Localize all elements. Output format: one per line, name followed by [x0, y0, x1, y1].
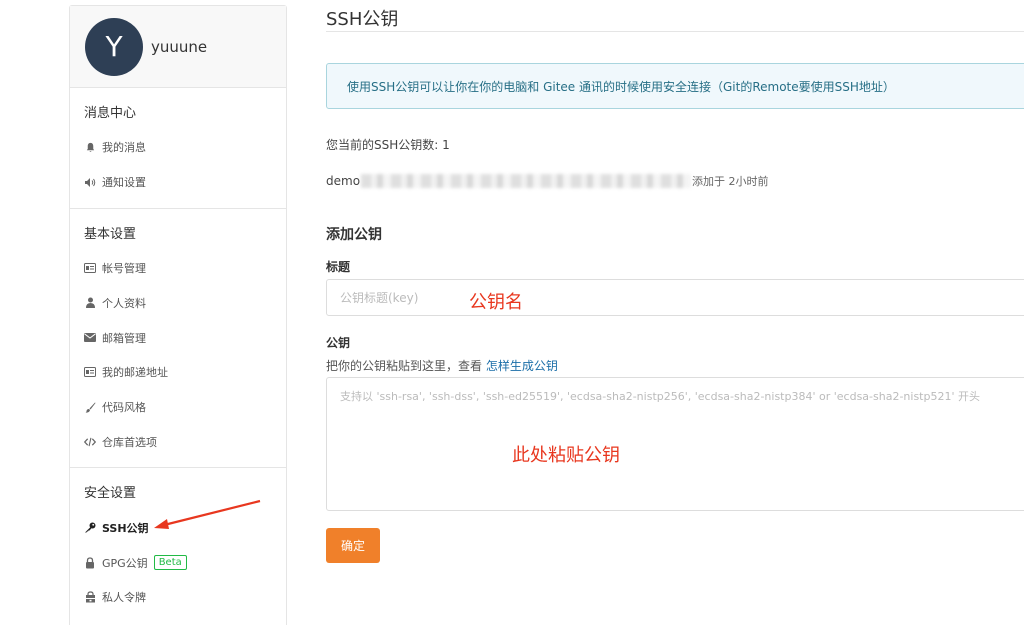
sidebar-item-account[interactable]: 帐号管理 [84, 251, 286, 286]
ssh-key-count: 您当前的SSH公钥数: 1 [326, 138, 450, 152]
user-icon [84, 297, 96, 309]
section-security-settings: 安全设置 SSH公钥 GPG公钥 Beta 私人令牌 [70, 468, 286, 622]
annotation-key-name: 公钥名 [469, 292, 523, 313]
section-title: 消息中心 [84, 106, 137, 121]
sidebar-item-email[interactable]: 邮箱管理 [84, 320, 286, 355]
avatar[interactable]: Y [85, 17, 143, 76]
username[interactable]: yuuune [151, 38, 207, 56]
bell-icon [84, 141, 96, 153]
ssh-key-entry: demo 添加于 2小时前 [326, 173, 769, 189]
user-card: Y yuuune [70, 6, 286, 88]
sidebar-item-my-messages[interactable]: 我的消息 [84, 130, 286, 165]
sidebar-item-repo-preferences[interactable]: 仓库首选项 [84, 425, 286, 460]
sidebar-item-label: 邮箱管理 [102, 331, 146, 345]
key-label: 公钥 [326, 336, 351, 350]
key-help-prefix: 把你的公钥粘贴到这里，查看 [326, 359, 483, 373]
how-to-generate-key-link[interactable]: 怎样生成公钥 [486, 359, 558, 373]
sidebar-item-profile[interactable]: 个人资料 [84, 285, 286, 320]
code-icon [84, 436, 96, 448]
ssh-key-name[interactable]: demo [326, 174, 360, 188]
sidebar-item-label: 通知设置 [102, 176, 146, 190]
title-divider [326, 31, 1024, 32]
section-messages: 消息中心 我的消息 通知设置 [70, 88, 286, 209]
section-title: 基本设置 [84, 226, 137, 242]
page-title: SSH公钥 [326, 9, 399, 30]
settings-sidebar: Y yuuune 消息中心 我的消息 通知设置 基本设置 帐号管理 个人资料 邮… [69, 5, 287, 625]
brush-icon [84, 401, 96, 413]
title-label: 标题 [326, 260, 351, 274]
lock-icon [84, 556, 96, 569]
sidebar-item-private-tokens[interactable]: 私人令牌 [84, 580, 286, 615]
redacted-fingerprint [361, 174, 692, 188]
sidebar-item-label: 我的邮递地址 [102, 366, 168, 380]
sidebar-item-address[interactable]: 我的邮递地址 [84, 355, 286, 390]
address-card-icon [84, 366, 96, 378]
sidebar-item-label: 代码风格 [102, 401, 146, 415]
id-card-icon [84, 262, 96, 274]
key-icon [84, 522, 96, 534]
envelope-icon [84, 332, 96, 344]
speaker-icon [84, 176, 96, 188]
ssh-key-added-time: 添加于 2小时前 [692, 175, 769, 188]
sidebar-item-code-style[interactable]: 代码风格 [84, 390, 286, 425]
sidebar-item-label: SSH公钥 [102, 521, 149, 535]
beta-badge: Beta [153, 555, 187, 571]
sidebar-item-label: 帐号管理 [102, 261, 146, 275]
public-key-textarea[interactable] [326, 377, 1024, 511]
sidebar-item-label: 个人资料 [102, 296, 146, 310]
key-help-text: 把你的公钥粘贴到这里，查看 怎样生成公钥 [326, 357, 558, 374]
sidebar-item-label: 我的消息 [102, 141, 146, 155]
sidebar-item-label: 仓库首选项 [102, 435, 157, 449]
annotation-arrow [154, 499, 261, 529]
add-key-heading: 添加公钥 [326, 227, 382, 243]
section-basic-settings: 基本设置 帐号管理 个人资料 邮箱管理 我的邮递地址 代码风格 仓库首选项 [70, 209, 286, 469]
sidebar-item-label: GPG公钥 [102, 556, 148, 570]
sidebar-item-notification-settings[interactable]: 通知设置 [84, 165, 286, 200]
token-icon [84, 591, 96, 603]
annotation-paste-key: 此处粘贴公钥 [512, 445, 620, 466]
confirm-button[interactable]: 确定 [326, 528, 380, 563]
sidebar-item-gpg-keys[interactable]: GPG公钥 Beta [84, 545, 286, 580]
sidebar-item-label: 私人令牌 [102, 591, 146, 605]
info-message: 使用SSH公钥可以让你在你的电脑和 Gitee 通讯的时候使用安全连接（Git的… [326, 63, 1024, 109]
key-title-input[interactable] [326, 279, 1024, 316]
